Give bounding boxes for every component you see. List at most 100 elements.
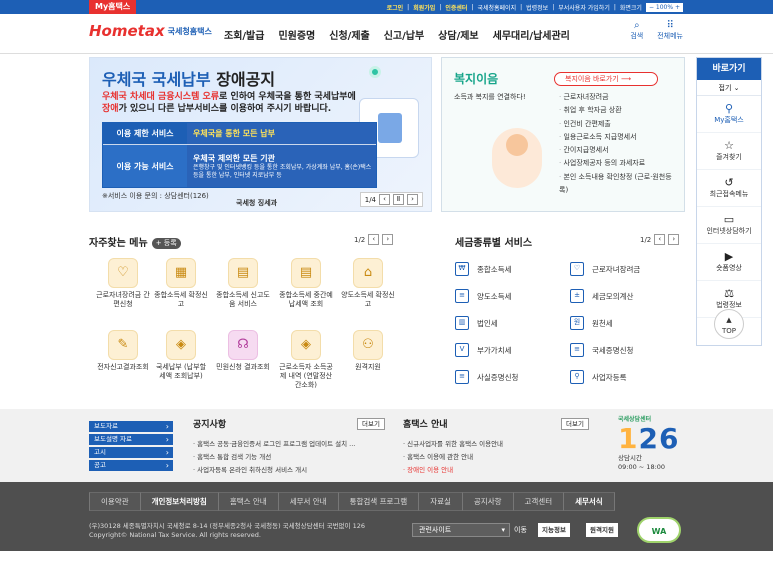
next-icon[interactable]: › [382,234,394,245]
fav-income-tax-report[interactable]: ▦ 종합소득세 확정신고 [153,258,209,309]
document-search-icon: ▤ [291,258,321,288]
svc-tax-certificate[interactable]: ≡ 국세증명신청 [570,343,633,357]
announcement-link[interactable]: 고시 [89,447,173,458]
pause-icon[interactable]: Ⅱ [393,194,404,205]
fav-remote-support[interactable]: ⚇ 원격지원 [340,330,396,372]
welfare-list: 근로자녀장려금 취업 후 학자금 상환 인건비 간편제출 일용근로소득 지급명세… [559,91,674,197]
svc-tax-simulator[interactable]: ± 세금모의계산 [570,289,633,303]
all-menu-button[interactable]: ⠿ 전체메뉴 [657,20,683,41]
press-release-link[interactable]: 보도자료 [89,421,173,432]
welfare-item[interactable]: 사업장제공자 등의 과세자료 [559,157,674,170]
mytax-button[interactable]: My홈택스 [89,0,137,14]
hometax-logo[interactable]: Hometax 국세청홈택스 [89,22,212,40]
signup-link[interactable]: 회원가입 [413,3,435,12]
notice-item[interactable]: 홈택스 통합 검색 기능 개선 [193,451,385,464]
nts-homepage-link[interactable]: 국세청홈페이지 [477,3,516,12]
quick-favorites[interactable]: ☆ 즐겨찾기 [697,133,761,170]
nav-apply-submit[interactable]: 신청/제출 [329,27,369,42]
nav-inquiry-issue[interactable]: 조회/발급 [224,27,264,42]
hometax-more-button[interactable]: 더보기 [561,418,589,430]
footer-forms-link[interactable]: 세무서식 [563,492,615,511]
notice-item[interactable]: 홈택스 공동·금융인증서 로그인 프로그램 업데이트 설치 ... [193,438,385,451]
welfare-item[interactable]: 본인 소득내용 확인창정 (근로·원천등록) [559,171,674,198]
caret-up-icon: ▲ [726,316,732,324]
svc-corporate-tax[interactable]: ▥ 법인세 [455,316,498,330]
dept-user-signup-link[interactable]: 부서사용자 가입하기 [558,3,610,12]
quick-mytax[interactable]: ⚲ My홈택스 [697,96,761,133]
welfare-link-box: 복지이음 소득과 복지를 연결하다! 복지이음 바로가기 ⟶ 근로자녀장려금 취… [441,57,685,212]
banner-page-indicator: 1/4 [364,195,376,204]
nav-consult-report[interactable]: 상담/제보 [438,27,478,42]
welfare-shortcut-button[interactable]: 복지이음 바로가기 ⟶ [554,72,658,86]
intelligence-mark[interactable]: 지능정보 [538,523,570,537]
fav-tax-payment[interactable]: ◈ 국세납부 (납부할 세액 조회납부) [153,330,209,381]
cert-center-link[interactable]: 인증센터 [445,3,467,12]
press-explanation-link[interactable]: 보도설명 자료 [89,434,173,445]
web-accessibility-mark: WA [637,517,681,543]
quick-online-consult[interactable]: ▭ 인터넷상담하기 [697,207,761,244]
law-info-link[interactable]: 법령정보 [526,3,548,12]
search-button[interactable]: ⌕ 검색 [630,20,643,41]
prev-icon[interactable]: ‹ [654,234,666,245]
footer-notice-link[interactable]: 공지사항 [461,492,513,511]
welfare-item[interactable]: 인건비 간편제출 [559,118,674,131]
collapse-button[interactable]: 접기 ⌄ [697,80,761,96]
fav-year-end-settlement[interactable]: ◈ 근로소득자 소득공제 내역 (연말정산간소화) [278,330,334,390]
footer-office-link[interactable]: 세무서 안내 [277,492,338,511]
nav-report-pay[interactable]: 신고/납부 [384,27,424,42]
fav-civil-result[interactable]: ☊ 민원신청 결과조회 [215,330,271,372]
prev-icon[interactable]: ‹ [368,234,380,245]
quick-short-video[interactable]: ▶ 숏폼영상 [697,244,761,281]
welfare-item[interactable]: 간이지급명세서 [559,144,674,157]
welfare-item[interactable]: 근로자녀장려금 [559,91,674,104]
nav-tax-agent[interactable]: 세무대리/납세관리 [493,27,570,42]
available-value: 우체국 제외한 모든 기관 은행창구 및 인터넷뱅킹 등을 통한 조회납부, 가… [187,145,376,187]
guide-item[interactable]: 장애인 이용 안내 [403,464,589,477]
fav-transfer-income-tax[interactable]: ⌂ 양도소득세 확정신고 [340,258,396,309]
prev-icon[interactable]: ‹ [379,194,390,205]
scroll-top-button[interactable]: ▲ TOP [714,309,744,339]
footer-archive-link[interactable]: 자료실 [418,492,462,511]
utility-links: 로그인 | 회원가입 | 인증센터 | 국세청홈페이지 | 법령정보 | 부서사용자 가입… [387,0,683,14]
footer-support-link[interactable]: 고객센터 [512,492,564,511]
public-notice-link[interactable]: 공고 [89,460,173,471]
svc-business-registration[interactable]: ⚲ 사업자등록 [570,370,627,384]
notice-banner[interactable]: 우체국 국세납부 장애공지 우체국 차세대 금융시스템 오류로 인하여 우체국을… [89,57,432,212]
related-sites-select[interactable]: 관련사이트 [412,523,510,537]
nav-civil-certificate[interactable]: 민원증명 [278,27,315,42]
grid-icon: ⠿ [666,20,674,31]
footer-address: (우)30128 세종특별자치시 국세청로 8-14 (정부세종2청사 국세청동… [89,522,365,539]
guide-item[interactable]: 홈택스 이용에 관한 안내 [403,451,589,464]
svc-global-income-tax[interactable]: ₩ 종합소득세 [455,262,512,276]
login-link[interactable]: 로그인 [387,3,404,12]
notice-item[interactable]: 사업자등록 온라인 취하신청 서비스 개시 [193,464,385,477]
quick-recent[interactable]: ↺ 최근접속메뉴 [697,170,761,207]
svc-fact-certificate[interactable]: ≡ 사실증명신청 [455,370,518,384]
zoom-control[interactable]: − 100% + [645,2,683,12]
welfare-item[interactable]: 일용근로소득 지급명세서 [559,131,674,144]
fav-e-filing-result[interactable]: ✎ 전자신고결과조회 [95,330,151,372]
guide-item[interactable]: 신규사업자를 위한 홈택스 이용안내 [403,438,589,451]
register-button[interactable]: + 등록 [151,238,181,249]
notice-more-button[interactable]: 더보기 [357,418,385,430]
next-icon[interactable]: › [668,234,680,245]
footer-terms-link[interactable]: 이용약관 [89,492,140,511]
quick-links-panel: 바로가기 접기 ⌄ ⚲ My홈택스 ☆ 즐겨찾기 ↺ 최근접속메뉴 ▭ 인터넷상담하기 … [696,57,762,346]
fav-child-credit[interactable]: ♡ 근로자녀장려금 간편신청 [95,258,151,309]
favorites-title: 자주찾는 메뉴 + 등록 [89,234,181,249]
related-go-button[interactable]: 이동 [514,525,527,535]
svc-child-credit[interactable]: ♡ 근로자녀장려금 [570,262,640,276]
fav-income-tax-help[interactable]: ▤ 종합소득세 신고도움 서비스 [215,258,271,309]
document-check-icon: ✎ [108,330,138,360]
footer-search-program-link[interactable]: 통합검색 프로그램 [337,492,419,511]
fav-interim-prepayment[interactable]: ▤ 종합소득세 중간예납세액 조회 [278,258,334,309]
svc-transfer-income-tax[interactable]: ≡ 양도소득세 [455,289,512,303]
next-icon[interactable]: › [407,194,418,205]
welfare-item[interactable]: 취업 후 학자금 상환 [559,104,674,117]
footer-privacy-link[interactable]: 개인정보처리방침 [139,492,218,511]
svc-withholding-tax[interactable]: 원 원천세 [570,316,613,330]
svc-vat[interactable]: V 부가가치세 [455,343,512,357]
banner-title: 우체국 국세납부 장애공지 [102,70,276,89]
footer-guide-link[interactable]: 홈택스 안내 [217,492,278,511]
remote-support-button[interactable]: 원격지원 [586,523,618,537]
